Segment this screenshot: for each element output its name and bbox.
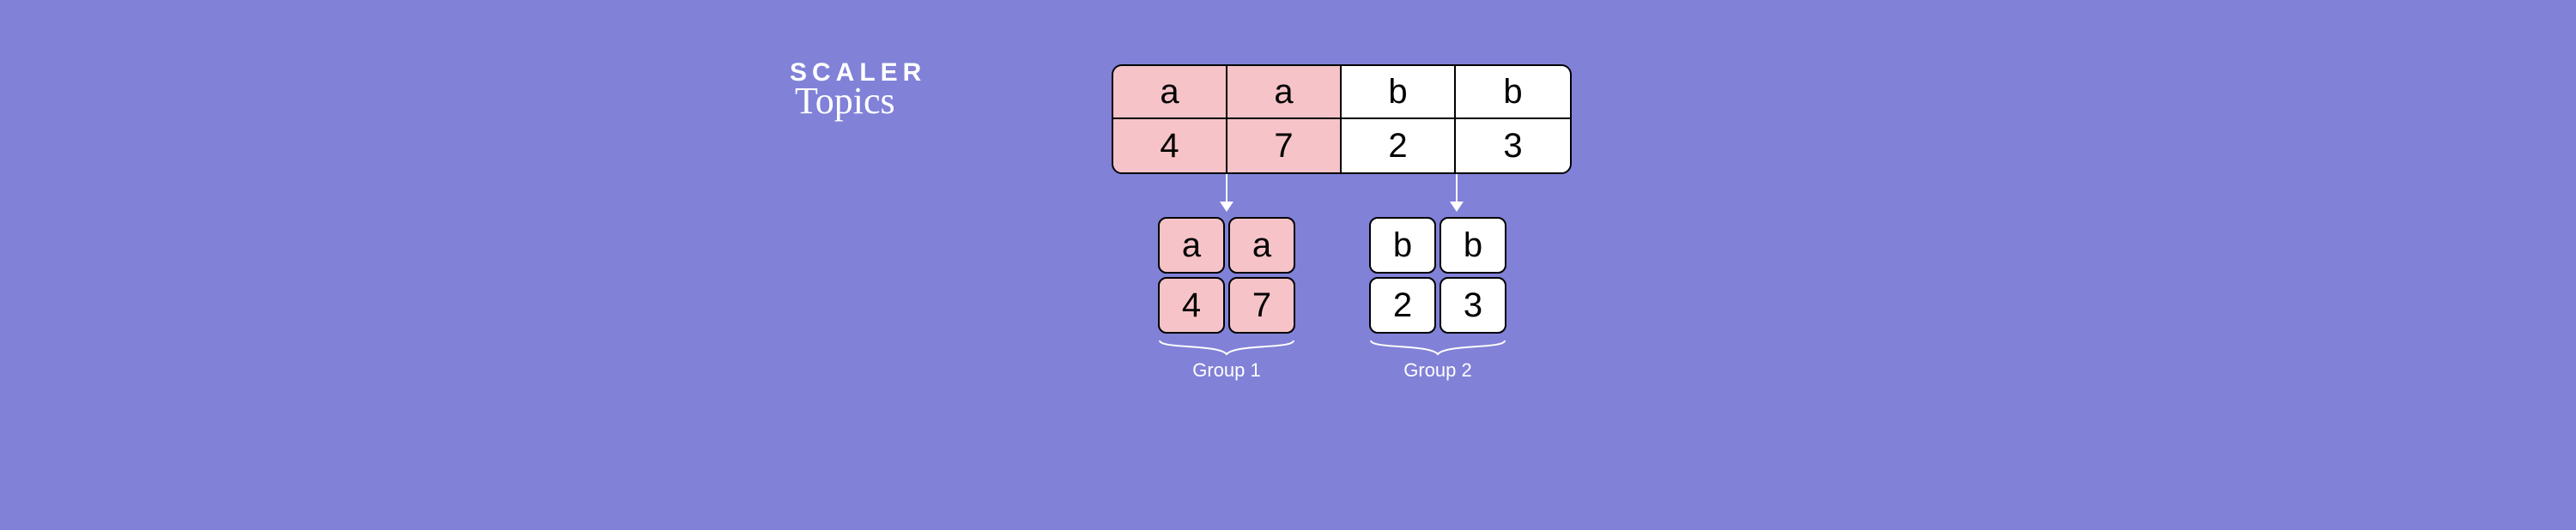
key-cell: b: [1342, 66, 1456, 119]
value-cell: 3: [1456, 119, 1570, 172]
group-table: a a 4 7: [1158, 217, 1295, 334]
group-label: Group 2: [1403, 359, 1472, 382]
value-cell: 4: [1113, 119, 1227, 172]
brace-icon: [1158, 339, 1295, 356]
group-cell: 7: [1228, 277, 1295, 334]
scaler-topics-logo: SCALER Topics: [790, 58, 926, 123]
key-cell: a: [1227, 66, 1342, 119]
table-row: a a b b: [1113, 66, 1570, 119]
result-groups: a a 4 7 Group 1 b b 2 3 Group 2: [1158, 217, 1506, 382]
arrow-down-icon: [1456, 174, 1458, 210]
group-label: Group 1: [1192, 359, 1261, 382]
group-cell: 2: [1369, 277, 1436, 334]
split-arrows: [1112, 174, 1572, 217]
group-table: b b 2 3: [1369, 217, 1506, 334]
key-cell: a: [1113, 66, 1227, 119]
group-cell: 4: [1158, 277, 1225, 334]
group-2: b b 2 3 Group 2: [1369, 217, 1506, 382]
group-1: a a 4 7 Group 1: [1158, 217, 1295, 382]
group-cell: a: [1228, 217, 1295, 274]
table-row: 4 7 2 3: [1113, 119, 1570, 172]
groupby-diagram: a a b b 4 7 2 3 a a 4 7 Group 1: [1112, 64, 1572, 217]
group-cell: b: [1369, 217, 1436, 274]
brace-icon: [1369, 339, 1506, 356]
value-cell: 7: [1227, 119, 1342, 172]
source-table: a a b b 4 7 2 3: [1112, 64, 1572, 174]
arrow-down-icon: [1226, 174, 1227, 210]
key-cell: b: [1456, 66, 1570, 119]
group-cell: a: [1158, 217, 1225, 274]
value-cell: 2: [1342, 119, 1456, 172]
group-cell: b: [1440, 217, 1506, 274]
group-cell: 3: [1440, 277, 1506, 334]
